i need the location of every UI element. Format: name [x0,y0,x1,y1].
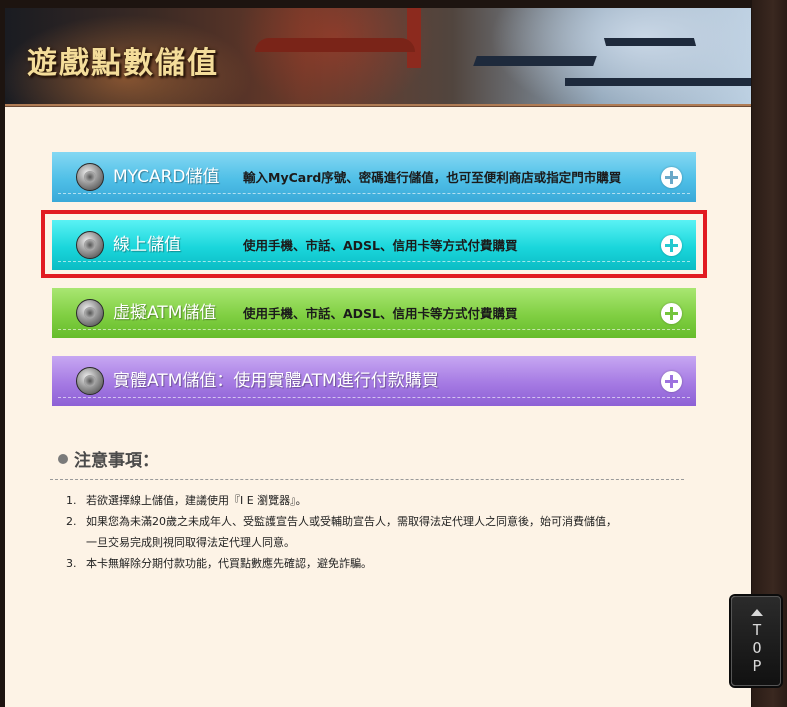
coin-icon [76,163,104,191]
option-label: 實體ATM儲值：使用實體ATM進行付款購買 [113,371,439,391]
notice-item: 1. 若欲選擇線上儲值，建議使用『I E 瀏覽器』。 [66,490,617,511]
notice-text: 本卡無解除分期付款功能，代買點數應先確認，避免詐騙。 [86,557,372,570]
expand-plus-icon[interactable] [661,371,682,392]
physical-atm-topup-bar[interactable]: 實體ATM儲值：使用實體ATM進行付款購買 [52,356,696,406]
expand-plus-icon[interactable] [661,303,682,324]
page-title: 遊戲點數儲值 [27,46,219,81]
notice-text: 如果您為未滿20歲之未成年人、受監護宣告人或受輔助宣告人，需取得法定代理人之同意… [86,515,617,528]
notice-item: 3. 本卡無解除分期付款功能，代買點數應先確認，避免詐騙。 [66,553,617,574]
expand-plus-icon[interactable] [661,167,682,188]
dashed-rule [58,329,690,330]
roof-shape [603,38,697,46]
dashed-rule [58,193,690,194]
virtual-atm-topup-bar[interactable]: 虛擬ATM儲值 使用手機、市話、ADSL、信用卡等方式付費購買 [52,288,696,338]
dashed-rule [58,397,690,398]
notice-number: 2. [66,515,77,528]
pillar-shape [407,8,421,68]
option-description: 使用手機、市話、ADSL、信用卡等方式付費購買 [243,306,518,321]
header-divider [5,104,751,106]
mycard-topup-bar[interactable]: MYCARD儲值 輸入MyCard序號、密碼進行儲值，也可至便利商店或指定門市購… [52,152,696,202]
coin-icon [76,299,104,327]
option-label: MYCARD儲值 [113,167,220,187]
roof-shape [565,78,751,86]
coin-icon [76,367,104,395]
notice-text-continued: 一旦交易完成則視同取得法定代理人同意。 [86,536,295,549]
notice-divider [50,479,684,480]
bullet-icon [58,454,68,464]
selection-highlight [41,210,707,278]
notice-title: 注意事項： [74,451,159,471]
notice-number: 1. [66,494,77,507]
header-banner: 遊戲點數儲值 [5,8,751,107]
option-description: 輸入MyCard序號、密碼進行儲值，也可至便利商店或指定門市購買 [243,170,622,185]
gate-arch [255,38,415,52]
notice-item: 2. 如果您為未滿20歲之未成年人、受監護宣告人或受輔助宣告人，需取得法定代理人… [66,511,617,553]
roof-shape [473,56,597,66]
back-to-top-button[interactable]: T O P [731,596,781,686]
notice-list: 1. 若欲選擇線上儲值，建議使用『I E 瀏覽器』。 2. 如果您為未滿20歲之… [66,490,617,574]
notice-text: 若欲選擇線上儲值，建議使用『I E 瀏覽器』。 [86,494,307,507]
notice-heading: 注意事項： [58,446,159,471]
top-button-label: T O P [752,621,762,675]
arrow-up-icon [751,609,763,616]
notice-number: 3. [66,557,77,570]
option-label: 虛擬ATM儲值 [113,303,217,323]
